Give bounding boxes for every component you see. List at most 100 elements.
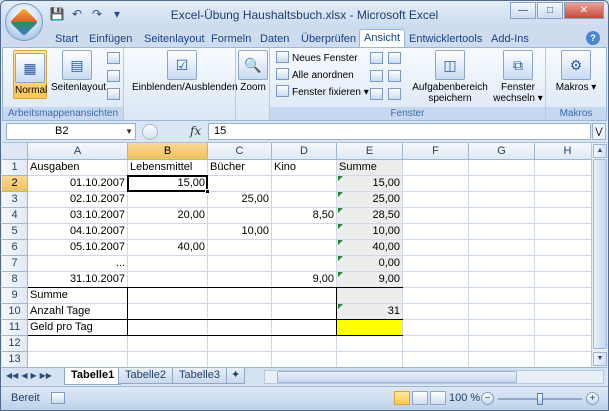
cell-c3[interactable]: 25,00 bbox=[208, 192, 272, 208]
next-sheet-icon[interactable]: ▶ bbox=[30, 371, 36, 380]
cell-b4[interactable]: 20,00 bbox=[128, 208, 208, 224]
cell-h3[interactable] bbox=[535, 192, 591, 208]
cell-f10[interactable] bbox=[403, 304, 469, 320]
cell-d1[interactable]: Kino bbox=[272, 160, 337, 176]
cell-a5[interactable]: 04.10.2007 bbox=[28, 224, 128, 240]
cell-f11[interactable] bbox=[403, 320, 469, 336]
cell-e2[interactable]: 15,00 bbox=[337, 176, 403, 192]
error-indicator-icon[interactable] bbox=[338, 304, 343, 309]
cell-b10[interactable] bbox=[128, 304, 208, 320]
cell-b6[interactable]: 40,00 bbox=[128, 240, 208, 256]
column-header-d[interactable]: D bbox=[272, 143, 337, 160]
last-sheet-icon[interactable]: ▶▶ bbox=[40, 371, 52, 380]
cell-b3[interactable] bbox=[128, 192, 208, 208]
normal-view-status-icon[interactable] bbox=[394, 391, 410, 405]
cell-d9[interactable] bbox=[272, 288, 337, 304]
cell-d5[interactable] bbox=[272, 224, 337, 240]
unhide-window-icon[interactable] bbox=[370, 88, 383, 100]
new-window-button[interactable]: Neues Fenster bbox=[276, 51, 358, 67]
prev-sheet-icon[interactable]: ◀ bbox=[21, 371, 27, 380]
first-sheet-icon[interactable]: ◀◀ bbox=[6, 371, 18, 380]
cell-e12[interactable] bbox=[337, 336, 403, 352]
cell-a2[interactable]: 01.10.2007 bbox=[28, 176, 128, 192]
zoom-button[interactable]: 🔍 Zoom bbox=[238, 50, 268, 93]
cell-e8[interactable]: 9,00 bbox=[337, 272, 403, 288]
cell-h2[interactable] bbox=[535, 176, 591, 192]
tab-entwicklertools[interactable]: Entwicklertools bbox=[405, 31, 486, 47]
cell-f4[interactable] bbox=[403, 208, 469, 224]
cell-a7[interactable]: ... bbox=[28, 256, 128, 272]
cell-d11[interactable] bbox=[272, 320, 337, 336]
cell-c13[interactable] bbox=[208, 352, 272, 367]
cell-d3[interactable] bbox=[272, 192, 337, 208]
worksheet-grid[interactable]: A B C D E F G H 1 Ausgaben Lebensmittel Bücher Kino S… bbox=[2, 143, 591, 367]
error-indicator-icon[interactable] bbox=[338, 192, 343, 197]
tab-einfuegen[interactable]: Einfügen bbox=[85, 31, 136, 47]
row-header[interactable]: 7 bbox=[2, 256, 28, 272]
row-header[interactable]: 13 bbox=[2, 352, 28, 367]
help-icon[interactable]: ? bbox=[586, 31, 600, 45]
cell-f9[interactable] bbox=[403, 288, 469, 304]
select-all-corner[interactable] bbox=[2, 143, 28, 160]
column-header-c[interactable]: C bbox=[208, 143, 272, 160]
zoom-level[interactable]: 100 % bbox=[449, 392, 480, 404]
cell-a10[interactable]: Anzahl Tage bbox=[28, 304, 128, 320]
arrange-all-button[interactable]: Alle anordnen bbox=[276, 68, 354, 84]
page-break-status-icon[interactable] bbox=[430, 391, 446, 405]
side-by-side-icon[interactable] bbox=[388, 52, 401, 64]
cell-a12[interactable] bbox=[28, 336, 128, 352]
column-header-f[interactable]: F bbox=[403, 143, 469, 160]
cell-a13[interactable] bbox=[28, 352, 128, 367]
row-header[interactable]: 3 bbox=[2, 192, 28, 208]
office-button[interactable] bbox=[5, 3, 43, 41]
cell-e13[interactable] bbox=[337, 352, 403, 367]
row-header[interactable]: 4 bbox=[2, 208, 28, 224]
cell-e11[interactable] bbox=[337, 320, 403, 336]
error-indicator-icon[interactable] bbox=[338, 208, 343, 213]
cell-h9[interactable] bbox=[535, 288, 591, 304]
record-macro-icon[interactable] bbox=[51, 392, 65, 404]
row-header[interactable]: 5 bbox=[2, 224, 28, 240]
cell-f12[interactable] bbox=[403, 336, 469, 352]
cell-a1[interactable]: Ausgaben bbox=[28, 160, 128, 176]
cell-c7[interactable] bbox=[208, 256, 272, 272]
maximize-button[interactable]: □ bbox=[537, 2, 563, 19]
cell-c12[interactable] bbox=[208, 336, 272, 352]
cell-d10[interactable] bbox=[272, 304, 337, 320]
vertical-scrollbar[interactable]: ▲ ▼ bbox=[591, 143, 607, 367]
vertical-scroll-thumb[interactable] bbox=[593, 159, 607, 349]
cell-c5[interactable]: 10,00 bbox=[208, 224, 272, 240]
tab-start[interactable]: Start bbox=[51, 31, 82, 47]
sync-scroll-icon[interactable] bbox=[388, 70, 401, 82]
zoom-in-icon[interactable]: + bbox=[586, 392, 599, 405]
column-header-b[interactable]: B bbox=[128, 143, 208, 160]
cell-c10[interactable] bbox=[208, 304, 272, 320]
cell-b12[interactable] bbox=[128, 336, 208, 352]
cell-f6[interactable] bbox=[403, 240, 469, 256]
minimize-button[interactable]: — bbox=[510, 2, 536, 19]
scroll-up-icon[interactable]: ▲ bbox=[593, 144, 607, 158]
expand-formula-bar-button[interactable]: ⋁ bbox=[592, 123, 606, 140]
horizontal-scroll-thumb[interactable] bbox=[277, 371, 517, 383]
zoom-out-icon[interactable]: − bbox=[481, 392, 494, 405]
normal-view-button[interactable]: ▦ Normal bbox=[13, 50, 47, 99]
cell-h7[interactable] bbox=[535, 256, 591, 272]
row-header[interactable]: 10 bbox=[2, 304, 28, 320]
row-header[interactable]: 9 bbox=[2, 288, 28, 304]
cell-g3[interactable] bbox=[469, 192, 535, 208]
cell-g6[interactable] bbox=[469, 240, 535, 256]
row-header[interactable]: 1 bbox=[2, 160, 28, 176]
cell-c4[interactable] bbox=[208, 208, 272, 224]
cell-f2[interactable] bbox=[403, 176, 469, 192]
cell-f8[interactable] bbox=[403, 272, 469, 288]
split-icon[interactable] bbox=[370, 52, 383, 64]
cell-a4[interactable]: 03.10.2007 bbox=[28, 208, 128, 224]
cell-d4[interactable]: 8,50 bbox=[272, 208, 337, 224]
cell-g13[interactable] bbox=[469, 352, 535, 367]
save-workspace-button[interactable]: ◫ Aufgabenbereich speichern bbox=[410, 50, 490, 104]
cell-d7[interactable] bbox=[272, 256, 337, 272]
column-header-e[interactable]: E bbox=[337, 143, 403, 160]
insert-sheet-button[interactable]: ✦ bbox=[226, 368, 246, 384]
macros-button[interactable]: ⚙ Makros ▾ bbox=[552, 50, 600, 93]
page-break-preview-icon[interactable] bbox=[107, 52, 120, 64]
